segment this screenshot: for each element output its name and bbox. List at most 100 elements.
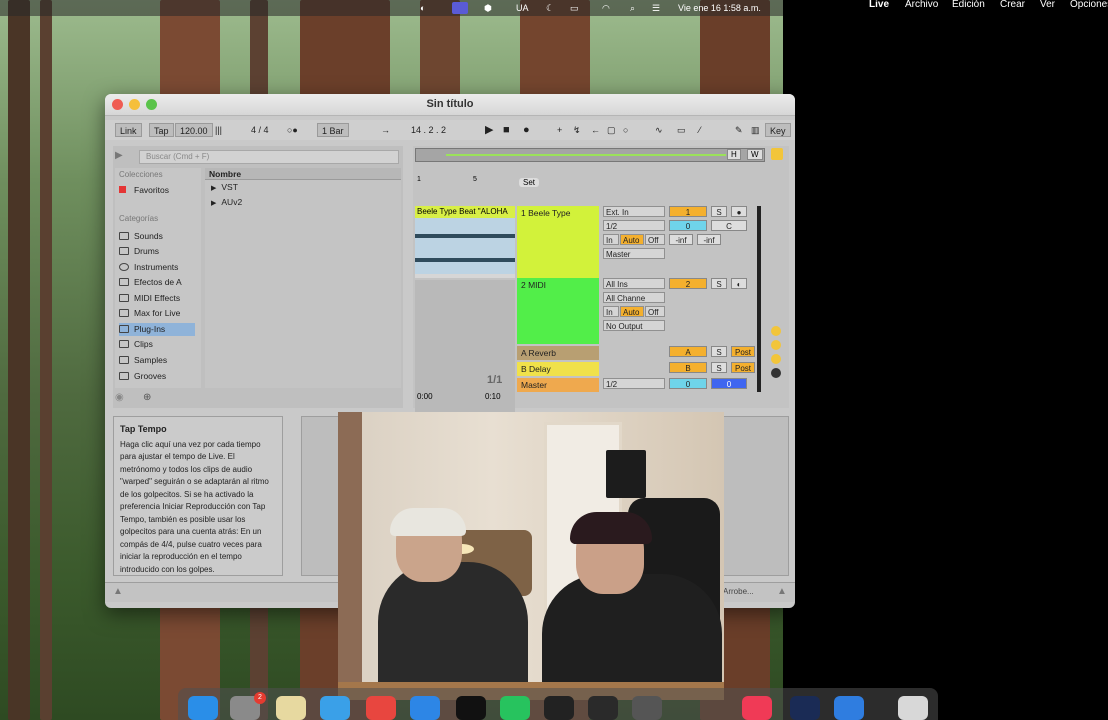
sidebar-item-audio-effects[interactable]: Efectos de A [119,276,195,289]
key-map-button[interactable]: Key [765,123,791,137]
reenable-icon[interactable]: ← [591,123,600,137]
sidebar-item-favoritos[interactable]: Favoritos [119,184,195,197]
pencil-icon[interactable]: ✎ [735,123,743,137]
return-a-post[interactable]: Post [731,346,755,357]
app-status-icon[interactable] [452,2,468,14]
return-b-activator[interactable]: B [669,362,707,373]
track-2-name[interactable]: 2 MIDI [517,278,546,292]
play-icon[interactable]: ▶ [485,123,493,137]
song-position[interactable]: 14 . 2 . 2 [411,123,446,137]
quantize-select[interactable]: 1 Bar [317,123,349,137]
follow-icon[interactable]: → [381,123,390,137]
clip-title[interactable]: Beele Type Beat "ALOHA [415,206,515,218]
record-icon[interactable]: ● [523,123,530,137]
app-store-icon[interactable] [410,696,440,720]
master-channel[interactable]: 1/2 [603,378,665,389]
send-toggle-icon[interactable] [771,340,781,350]
wifi-icon[interactable]: ◠ [602,2,610,14]
crossfader-toggle-icon[interactable] [771,368,781,378]
status-icon[interactable]: ◐ [420,2,425,14]
track-2-solo[interactable]: S [711,278,727,289]
return-a-activator[interactable]: A [669,346,707,357]
overdub-icon[interactable]: + [557,123,562,137]
tap-button[interactable]: Tap [149,123,174,137]
stop-icon[interactable]: ■ [503,123,510,137]
notes-icon[interactable] [276,696,306,720]
sidebar-item-plug-ins[interactable]: Plug-Ins [119,323,195,336]
automation-icon[interactable]: ↯ [573,123,581,137]
track-2-channel[interactable]: All Channe [603,292,665,303]
sidebar-item-sounds[interactable]: Sounds [119,230,195,243]
music-icon[interactable] [742,696,772,720]
keyboard-icon[interactable]: ▥ [751,123,760,137]
loop-icon[interactable]: ○ [623,123,628,137]
punch-icon[interactable]: ▭ [677,123,686,137]
track-1-arm-icon[interactable]: ● [731,206,747,217]
return-b-solo[interactable]: S [711,362,727,373]
monitor-off-2[interactable]: Off [645,306,665,317]
set-button[interactable]: Set [519,178,540,187]
track-1-activator[interactable]: 1 [669,206,707,217]
sidebar-item-samples[interactable]: Samples [119,354,195,367]
menu-archivo[interactable]: Archivo [905,0,938,10]
calendar-icon[interactable] [366,696,396,720]
info-toggle-icon[interactable]: ▲ [113,586,123,597]
overview-strip[interactable] [415,148,765,162]
return-a-solo[interactable]: S [711,346,727,357]
return-b-post[interactable]: Post [731,362,755,373]
ableton-icon[interactable] [588,696,618,720]
track-1-name[interactable]: 1 Beele Type [517,206,570,220]
hotswap-icon[interactable]: ◉ [115,392,124,403]
return-b[interactable]: B Delay [517,362,599,376]
io-toggle-icon[interactable] [771,326,781,336]
mixer-app-icon[interactable] [632,696,662,720]
track-1-volume[interactable]: 0 [669,220,707,231]
track-2-arm-icon[interactable]: ◐ [731,278,747,289]
sidebar-item-grooves[interactable]: Grooves [119,370,195,383]
track-1-input[interactable]: Ext. In [603,206,665,217]
nudge-icon[interactable]: ||| [215,123,222,137]
metronome-icon[interactable]: ○● [287,123,298,137]
sidebar-item-drums[interactable]: Drums [119,245,195,258]
spotify-icon[interactable] [500,696,530,720]
track-1[interactable]: 1 Beele Type [517,206,599,278]
terminal-icon[interactable] [544,696,574,720]
time-signature[interactable]: 4 / 4 [251,123,269,137]
track-1-pan[interactable]: C [711,220,747,231]
downloads-icon[interactable] [834,696,864,720]
tempo-field[interactable]: 120.00 [175,123,213,137]
cue-volume[interactable]: 0 [711,378,747,389]
browser-search-input[interactable]: Buscar (Cmd + F) [139,150,399,164]
device-toggle-icon[interactable]: ▲ [777,586,787,597]
menu-ver[interactable]: Ver [1040,0,1055,10]
monitor-in-2[interactable]: In [603,306,619,317]
track-2-input[interactable]: All Ins [603,278,665,289]
monitor-off-1[interactable]: Off [645,234,665,245]
sidebar-item-instruments[interactable]: Instruments [119,261,195,274]
capcut-icon[interactable] [456,696,486,720]
return-a[interactable]: A Reverb [517,346,599,360]
clock[interactable]: Vie ene 16 1:58 a.m. [678,2,761,14]
vpn-icon[interactable]: ⬢ [484,2,492,14]
curve-icon[interactable]: ∿ [655,123,663,137]
control-center-icon[interactable]: ☰ [652,2,660,14]
monitor-in-1[interactable]: In [603,234,619,245]
preview-play-icon[interactable]: ▶ [115,150,123,161]
monitor-auto-1[interactable]: Auto [620,234,644,245]
menu-opciones[interactable]: Opciones [1070,0,1108,10]
finder-icon[interactable] [188,696,218,720]
draw-icon[interactable]: ⁄ [699,123,701,137]
moon-icon[interactable]: ☾ [546,2,554,14]
capture-icon[interactable]: ▢ [607,123,616,137]
sidebar-item-max-for-live[interactable]: Max for Live [119,307,195,320]
clock-app-icon[interactable] [790,696,820,720]
menu-app-live[interactable]: Live [869,0,889,10]
link-button[interactable]: Link [115,123,142,137]
track-1-output[interactable]: Master [603,248,665,259]
search-icon[interactable]: ⌕ [630,2,635,14]
w-button[interactable]: W [747,149,763,160]
clip-waveform[interactable] [415,218,515,274]
track-2-activator[interactable]: 2 [669,278,707,289]
monitor-auto-2[interactable]: Auto [620,306,644,317]
add-folder-icon[interactable]: ⊕ [143,392,151,403]
